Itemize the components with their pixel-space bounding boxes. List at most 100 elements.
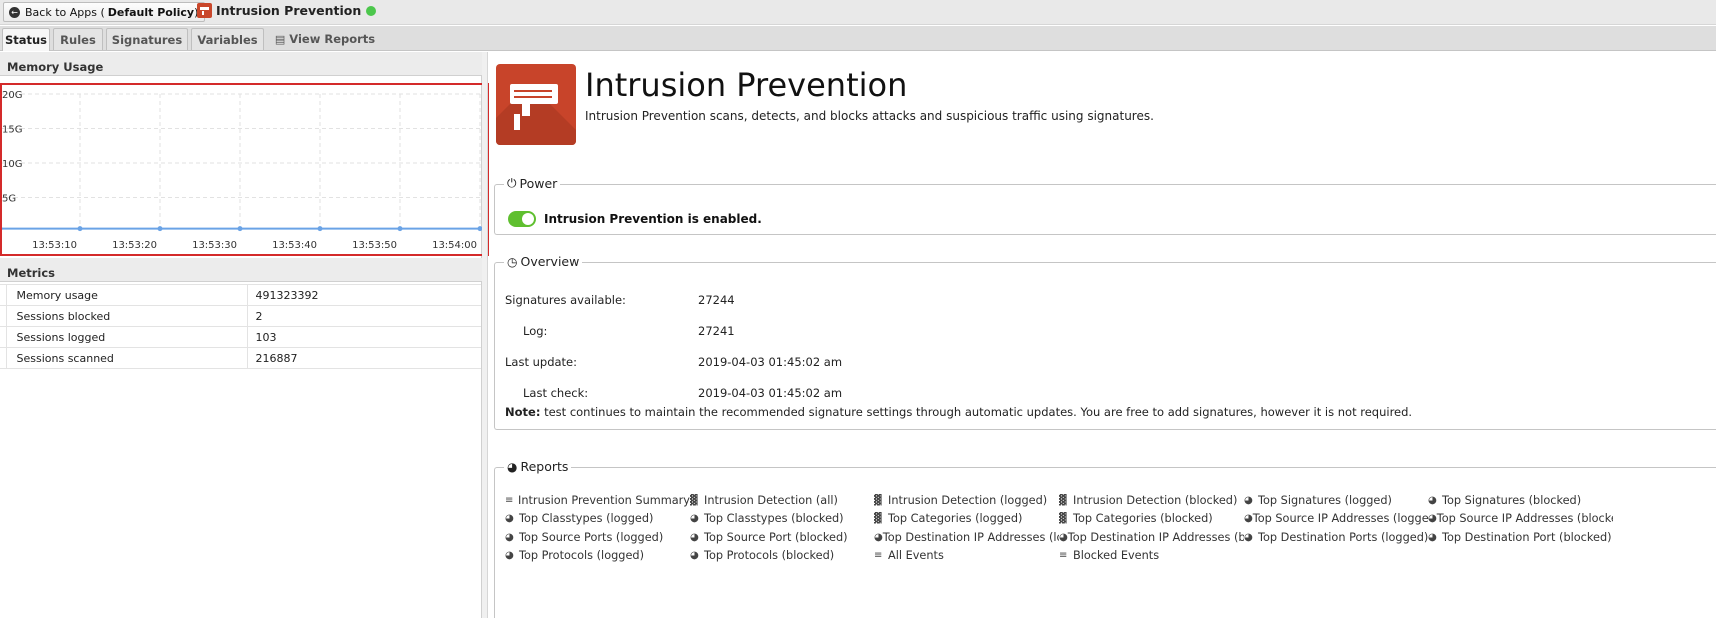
chart-data-point — [77, 226, 83, 232]
memory-usage-chart: 20G 15G 10G 5G 13:53:10 13:53:20 13:53:30 13:53… — [0, 86, 482, 252]
report-link[interactable]: ◕ Top Destination Ports (logged) — [1244, 531, 1429, 544]
chart-data-point — [317, 226, 323, 232]
report-link-label: Intrusion Detection (blocked) — [1073, 494, 1238, 507]
report-link[interactable]: ◕ Top Destination IP Addresses (lo... — [874, 531, 1059, 544]
report-link-label: Top Categories (logged) — [888, 512, 1023, 525]
chart-data-point — [157, 226, 163, 232]
tab-view-reports-label: View Reports — [289, 32, 376, 46]
report-link-label: Top Source Ports (logged) — [519, 531, 664, 544]
report-link[interactable]: ◕ Top Classtypes (logged) — [505, 512, 690, 525]
report-link[interactable]: ▓ Top Categories (logged) — [874, 512, 1059, 525]
app-title-header: Intrusion Prevention — [197, 3, 377, 18]
overview-note: Note: test continues to maintain the rec… — [505, 405, 1412, 419]
report-link-label: Intrusion Detection (all) — [704, 494, 838, 507]
metrics-table: Memory usage 491323392 Sessions blocked 2 Se… — [0, 284, 481, 369]
report-link[interactable]: ▓ Intrusion Detection (blocked) — [1059, 494, 1244, 507]
power-section: ⏻ Power Intrusion Prevention is enabled. — [494, 176, 1716, 235]
report-link[interactable]: ◕ Top Protocols (logged) — [505, 549, 690, 562]
report-link[interactable]: ◕ Top Signatures (logged) — [1244, 494, 1429, 507]
overview-label-last-update: Last update: — [505, 355, 578, 369]
list-icon: ≡ — [1059, 550, 1068, 561]
metric-name: Sessions logged — [6, 326, 247, 348]
report-link[interactable]: ◕ Top Source Ports (logged) — [505, 531, 690, 544]
list-icon: ≡ — [874, 550, 883, 561]
pie-chart-icon: ◕ — [505, 532, 514, 543]
report-link[interactable]: ◕ Top Source IP Addresses (logged) — [1244, 512, 1429, 525]
report-link-label: Top Protocols (blocked) — [704, 549, 835, 562]
memory-chart-svg: 20G 15G 10G 5G 13:53:10 13:53:20 13:53:30 13:53… — [0, 90, 482, 251]
list-icon: ≡ — [505, 495, 514, 506]
pie-chart-icon: ◕ — [1059, 532, 1068, 543]
metric-value: 2 — [246, 305, 481, 327]
app-title-text: Intrusion Prevention — [216, 3, 362, 18]
pie-chart-icon: ◕ — [505, 550, 514, 561]
report-link-label: Intrusion Prevention Summary — [518, 494, 690, 507]
power-status-text: Intrusion Prevention is enabled. — [544, 212, 762, 226]
report-link-label: Top Source IP Addresses (blocke... — [1436, 512, 1613, 525]
report-link[interactable]: ◕ Top Protocols (blocked) — [690, 549, 875, 562]
power-icon: ⏻ — [507, 176, 517, 190]
overview-value-log: 27241 — [698, 324, 735, 338]
chart-data-point — [237, 226, 243, 232]
intrusion-prevention-camera-icon — [496, 64, 576, 145]
report-link[interactable]: ≡ Blocked Events — [1059, 549, 1244, 562]
bar-chart-icon: ▓ — [690, 495, 698, 506]
overview-legend: ◷ Overview — [504, 254, 583, 269]
top-bar: ← Back to Apps (Default Policy) Intrusio… — [0, 0, 1716, 25]
reports-legend: ◕ Reports — [504, 459, 572, 474]
overview-value-last-update: 2019-04-03 01:45:02 am — [698, 355, 843, 369]
report-link-label: Top Categories (blocked) — [1073, 512, 1213, 525]
report-link[interactable]: ≡ Intrusion Prevention Summary — [505, 494, 690, 507]
report-link[interactable]: ▓ Top Categories (blocked) — [1059, 512, 1244, 525]
chart-y-tick-label: 5G — [2, 194, 16, 205]
report-link-label: Top Signatures (blocked) — [1442, 494, 1582, 507]
tab-bar: Status Rules Signatures Variables ▤ View … — [0, 26, 1716, 51]
bar-chart-icon: ▓ — [874, 513, 882, 524]
chart-x-tick-label: 13:53:30 — [192, 240, 237, 251]
report-link[interactable]: ◕ Top Source Port (blocked) — [690, 531, 875, 544]
report-link-label: Blocked Events — [1073, 549, 1160, 562]
report-link[interactable]: ◕ Top Destination IP Addresses (bl... — [1059, 531, 1244, 544]
metric-name: Sessions blocked — [6, 305, 247, 327]
tab-status[interactable]: Status — [2, 28, 50, 51]
memory-usage-header: Memory Usage — [0, 52, 482, 76]
report-link[interactable]: ≡ All Events — [874, 549, 1059, 562]
tab-rules[interactable]: Rules — [53, 28, 103, 50]
pie-chart-icon: ◕ — [874, 532, 883, 543]
tab-variables[interactable]: Variables — [191, 28, 264, 50]
report-link-label: Top Classtypes (blocked) — [704, 512, 844, 525]
report-link[interactable]: ◕ Top Source IP Addresses (blocke... — [1428, 512, 1613, 525]
report-link[interactable]: ◕ Top Signatures (blocked) — [1428, 494, 1613, 507]
metrics-header: Metrics — [0, 258, 482, 282]
report-link-label: Intrusion Detection (logged) — [888, 494, 1048, 507]
left-pane: Memory Usage 20G 15G 10G 5G 13:53:10 13:53:20… — [0, 52, 489, 618]
report-link[interactable]: ◕ Top Destination Port (blocked) — [1428, 531, 1613, 544]
power-toggle[interactable] — [508, 211, 536, 227]
report-link[interactable]: ▓ Intrusion Detection (logged) — [874, 494, 1059, 507]
pie-chart-icon: ◕ — [1428, 513, 1437, 524]
chart-data-point — [0, 226, 3, 232]
power-legend-text: Power — [519, 176, 558, 191]
tab-status-label: Status — [4, 33, 48, 47]
pane-splitter[interactable] — [482, 52, 488, 618]
metric-value: 103 — [246, 326, 481, 348]
metric-name: Memory usage — [6, 284, 247, 306]
metric-value: 491323392 — [246, 284, 481, 306]
back-to-apps-button[interactable]: ← Back to Apps (Default Policy) — [3, 2, 206, 22]
report-link-label: Top Destination Ports (logged) — [1258, 531, 1429, 544]
overview-value-last-check: 2019-04-03 01:45:02 am — [698, 386, 843, 400]
pie-chart-icon: ◕ — [690, 532, 699, 543]
pie-chart-icon: ◕ — [1244, 532, 1253, 543]
overview-value-signatures: 27244 — [698, 293, 735, 307]
chart-x-tick-label: 13:53:40 — [272, 240, 317, 251]
chart-y-tick-label: 20G — [2, 90, 22, 101]
right-pane: Intrusion Prevention Intrusion Preventio… — [489, 52, 1716, 618]
intrusion-prevention-icon — [197, 3, 212, 18]
report-link[interactable]: ▓ Intrusion Detection (all) — [690, 494, 875, 507]
chart-x-tick-label: 13:53:50 — [352, 240, 397, 251]
pie-chart-icon: ◕ — [507, 459, 518, 474]
report-link[interactable]: ◕ Top Classtypes (blocked) — [690, 512, 875, 525]
tab-view-reports[interactable]: ▤ View Reports — [270, 28, 380, 50]
report-link-label: Top Signatures (logged) — [1258, 494, 1392, 507]
tab-signatures[interactable]: Signatures — [106, 28, 188, 50]
